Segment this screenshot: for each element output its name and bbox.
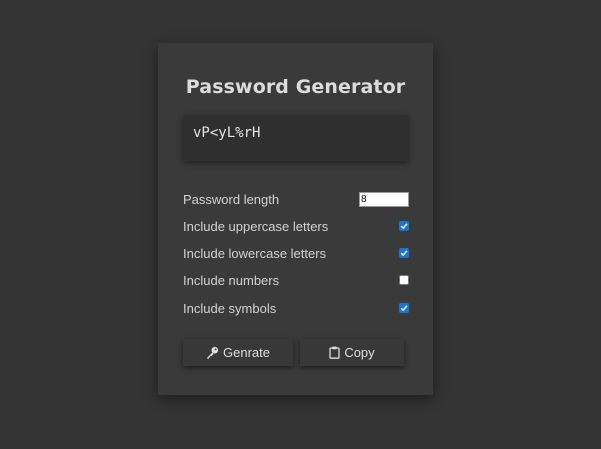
checkmark-icon: [400, 305, 408, 312]
length-row: Password length: [183, 190, 409, 208]
uppercase-label: Include uppercase letters: [183, 218, 329, 234]
lowercase-label: Include lowercase letters: [183, 245, 327, 261]
lowercase-row: Include lowercase letters: [183, 244, 409, 262]
clipboard-icon: [329, 346, 340, 359]
copy-label: Copy: [344, 345, 375, 360]
key-icon: [206, 346, 219, 359]
symbols-row: Include symbols: [183, 299, 409, 317]
symbols-label: Include symbols: [183, 300, 277, 316]
numbers-label: Include numbers: [183, 272, 280, 288]
numbers-checkbox[interactable]: [399, 275, 409, 285]
numbers-row: Include numbers: [183, 271, 409, 289]
uppercase-checkbox[interactable]: [399, 221, 409, 231]
password-generator-card: Password Generator vP<yL%rH Password len…: [158, 43, 433, 395]
lowercase-checkbox[interactable]: [399, 248, 409, 258]
length-input[interactable]: [359, 191, 409, 207]
uppercase-row: Include uppercase letters: [183, 217, 409, 235]
page-title: Password Generator: [185, 76, 406, 98]
generate-label: Genrate: [223, 345, 270, 360]
checkmark-icon: [400, 250, 408, 257]
checkmark-icon: [400, 223, 408, 230]
length-label: Password length: [183, 191, 280, 207]
copy-button[interactable]: Copy: [300, 339, 404, 366]
symbols-checkbox[interactable]: [399, 303, 409, 313]
generate-button[interactable]: Genrate: [183, 339, 293, 366]
password-result: vP<yL%rH: [183, 115, 408, 161]
